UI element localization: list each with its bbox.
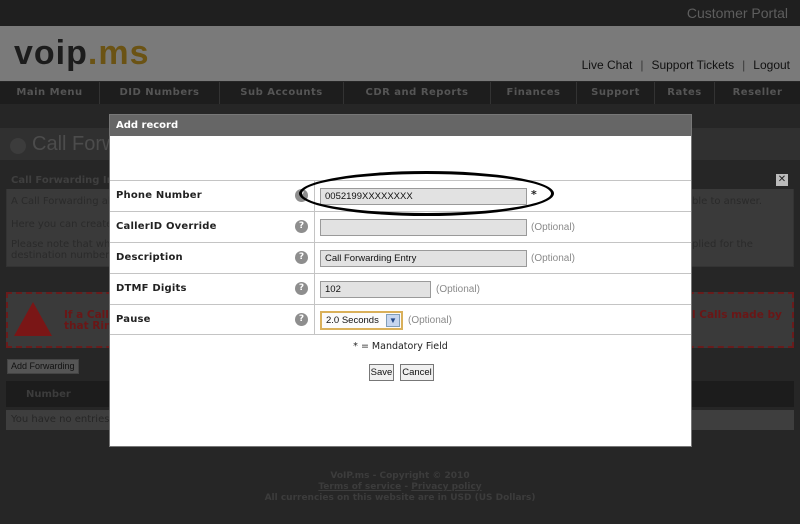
callerid-override-row: CallerID Override ? (Optional) (110, 211, 691, 242)
column-divider (314, 243, 315, 273)
page-title: Call Forw (32, 133, 117, 155)
save-button[interactable]: Save (369, 364, 394, 381)
pause-select[interactable]: 2.0 Seconds ▼ (320, 311, 403, 330)
info-text: ble to answer. (692, 196, 763, 207)
help-icon[interactable]: ? (295, 282, 308, 295)
mandatory-field-note: * = Mandatory Field (353, 341, 448, 352)
info-text: Here you can create (11, 219, 113, 230)
nav-main-menu[interactable]: Main Menu (0, 82, 100, 104)
info-text: destination number t (11, 250, 117, 261)
logo-main: voip (14, 34, 88, 72)
optional-note: (Optional) (531, 222, 575, 233)
empty-table-text: You have no entries (11, 414, 110, 425)
voipms-logo[interactable]: voip.ms (14, 34, 150, 73)
add-record-modal: Add record Phone Number ? 0052199XXXXXXX… (109, 114, 692, 447)
modal-title: Add record (116, 120, 179, 131)
dtmf-digits-input[interactable]: 102 (320, 281, 431, 298)
footer-currency: All currencies on this website are in US… (264, 493, 536, 503)
help-icon[interactable]: ? (295, 313, 308, 326)
terms-link[interactable]: Terms of service (318, 482, 401, 492)
pause-selected-value: 2.0 Seconds (326, 315, 379, 326)
callerid-override-label: CallerID Override (116, 221, 217, 232)
cancel-button[interactable]: Cancel (400, 364, 434, 381)
pause-label: Pause (116, 314, 151, 325)
optional-note: (Optional) (436, 284, 480, 295)
column-header-number[interactable]: Number (26, 389, 71, 400)
phone-number-label: Phone Number (116, 190, 202, 201)
close-icon[interactable]: ✕ (776, 174, 788, 186)
chevron-down-icon[interactable]: ▼ (386, 314, 400, 327)
highlight-ellipse (299, 171, 554, 216)
footer-links: Terms of service - Privacy policy (0, 482, 800, 492)
description-input[interactable]: Call Forwarding Entry (320, 250, 527, 267)
support-tickets-link[interactable]: Support Tickets (651, 58, 734, 72)
help-icon[interactable]: ? (295, 251, 308, 264)
live-chat-link[interactable]: Live Chat (582, 58, 633, 72)
main-nav: Main Menu DID Numbers Sub Accounts CDR a… (0, 82, 800, 104)
info-text: A Call Forwarding al (11, 196, 111, 207)
dtmf-digits-row: DTMF Digits ? 102 (Optional) (110, 273, 691, 304)
footer-copyright: VoIP.ms - Copyright © 2010 (330, 471, 470, 481)
info-text: Please note that whe (11, 239, 117, 250)
description-label: Description (116, 252, 183, 263)
footer-dash: - (401, 482, 412, 492)
link-separator: | (742, 58, 746, 72)
warning-icon (14, 302, 52, 336)
warning-text: l Calls made by (692, 309, 782, 321)
add-forwarding-button[interactable]: Add Forwarding (7, 359, 79, 374)
logout-link[interactable]: Logout (753, 58, 790, 72)
nav-cdr-reports[interactable]: CDR and Reports (344, 82, 491, 104)
callerid-override-input[interactable] (320, 219, 527, 236)
logo-suffix: .ms (87, 34, 150, 72)
top-bar (0, 0, 800, 26)
nav-sub-accounts[interactable]: Sub Accounts (220, 82, 344, 104)
column-divider (314, 274, 315, 304)
nav-did-numbers[interactable]: DID Numbers (100, 82, 220, 104)
pause-row: Pause ? 2.0 Seconds ▼ (Optional) (110, 304, 691, 335)
nav-finances[interactable]: Finances (491, 82, 577, 104)
link-separator: | (640, 58, 644, 72)
info-text: plied for the (692, 239, 753, 250)
nav-support[interactable]: Support (577, 82, 655, 104)
portal-title: Customer Portal (686, 5, 788, 21)
help-icon[interactable]: ? (295, 220, 308, 233)
nav-reseller[interactable]: Reseller (715, 82, 800, 104)
column-divider (314, 212, 315, 242)
modal-header[interactable]: Add record (110, 115, 691, 136)
column-divider (314, 305, 315, 335)
description-row: Description ? Call Forwarding Entry (Opt… (110, 242, 691, 273)
top-links: Live Chat | Support Tickets | Logout (582, 58, 790, 72)
dtmf-digits-label: DTMF Digits (116, 283, 187, 294)
nav-rates[interactable]: Rates (655, 82, 715, 104)
back-arrow-icon[interactable] (10, 138, 26, 154)
optional-note: (Optional) (531, 253, 575, 264)
privacy-link[interactable]: Privacy policy (411, 482, 481, 492)
optional-note: (Optional) (408, 315, 452, 326)
info-box-title: Call Forwarding In (11, 175, 114, 186)
